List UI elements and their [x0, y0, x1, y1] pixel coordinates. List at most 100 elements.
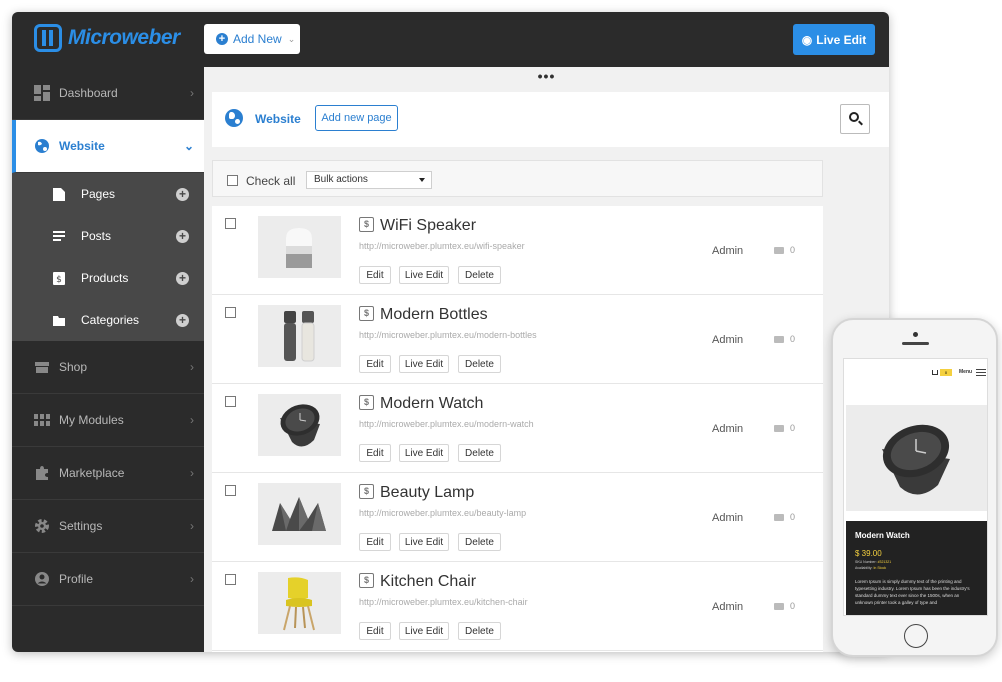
row-checkbox[interactable] [225, 218, 236, 229]
add-new-page-button[interactable]: Add new page [315, 105, 398, 131]
comment-count-value: 0 [790, 334, 796, 344]
chevron-down-icon: ⌄ [287, 33, 296, 44]
mobile-menu-label[interactable]: Menu [959, 369, 972, 375]
home-button[interactable] [904, 624, 928, 648]
comment-count-value: 0 [790, 423, 796, 433]
add-icon[interactable]: + [176, 229, 189, 243]
sidebar-item-dashboard[interactable]: Dashboard › [12, 67, 204, 120]
search-button[interactable] [840, 104, 870, 134]
comment-count[interactable]: 0 [774, 245, 795, 255]
sidebar-subitem-label: Categories [81, 313, 140, 327]
row-url[interactable]: http://microweber.plumtex.eu/beauty-lamp [359, 508, 526, 518]
product-thumbnail[interactable] [258, 216, 341, 278]
sidebar-item-settings[interactable]: Settings › [12, 500, 204, 553]
chevron-right-icon: › [190, 519, 194, 533]
breadcrumb-bar: Website Add new page [212, 92, 889, 147]
sidebar-item-profile[interactable]: Profile › [12, 553, 204, 606]
sidebar-item-marketplace[interactable]: Marketplace › [12, 447, 204, 500]
live-edit-row-button[interactable]: Live Edit [399, 266, 449, 284]
svg-text:$: $ [56, 275, 62, 285]
live-edit-button[interactable]: ◉ Live Edit [793, 24, 875, 55]
sidebar-item-shop[interactable]: Shop › [12, 341, 204, 394]
folder-icon [53, 315, 65, 326]
live-edit-row-button[interactable]: Live Edit [399, 444, 449, 462]
live-edit-row-button[interactable]: Live Edit [399, 355, 449, 373]
edit-button[interactable]: Edit [359, 444, 391, 462]
shop-icon [35, 362, 49, 373]
logo[interactable]: Microweber [34, 24, 180, 52]
live-edit-row-button[interactable]: Live Edit [399, 622, 449, 640]
sku-value: #321321 [877, 560, 892, 564]
mobile-availability: Availability: In Stock [855, 566, 978, 570]
comment-count[interactable]: 0 [774, 601, 795, 611]
row-url[interactable]: http://microweber.plumtex.eu/wifi-speake… [359, 241, 525, 251]
sidebar-item-my-modules[interactable]: My Modules › [12, 394, 204, 447]
row-checkbox[interactable] [225, 574, 236, 585]
sidebar-item-label: Dashboard [59, 86, 118, 100]
website-submenu: Pages + Posts + $ Products + Categories … [12, 173, 204, 341]
app-window: Microweber + Add New ⌄ ◉ Live Edit Dashb… [12, 12, 889, 652]
row-url[interactable]: http://microweber.plumtex.eu/modern-bott… [359, 330, 537, 340]
sidebar-subitem-posts[interactable]: Posts + [12, 215, 204, 257]
row-checkbox[interactable] [225, 396, 236, 407]
row-title[interactable]: WiFi Speaker [380, 217, 476, 235]
logo-text: Microweber [68, 26, 180, 49]
hamburger-icon[interactable] [976, 369, 986, 376]
eye-icon: ◉ [801, 32, 813, 47]
delete-button[interactable]: Delete [458, 622, 501, 640]
product-thumbnail[interactable] [258, 305, 341, 367]
edit-button[interactable]: Edit [359, 622, 391, 640]
cart-badge: 0 [940, 369, 952, 376]
watch-image [846, 405, 987, 511]
row-title[interactable]: Beauty Lamp [380, 484, 474, 502]
chair-image [258, 572, 341, 634]
edit-button[interactable]: Edit [359, 533, 391, 551]
more-options-icon[interactable]: ••• [204, 67, 889, 91]
row-url[interactable]: http://microweber.plumtex.eu/modern-watc… [359, 419, 534, 429]
logo-icon [34, 24, 62, 52]
product-thumbnail[interactable] [258, 394, 341, 456]
sidebar-item-website[interactable]: Website ⌄ [12, 120, 204, 173]
check-all-checkbox[interactable] [227, 175, 238, 186]
sidebar-subitem-products[interactable]: $ Products + [12, 257, 204, 299]
delete-button[interactable]: Delete [458, 444, 501, 462]
chevron-right-icon: › [190, 572, 194, 586]
delete-button[interactable]: Delete [458, 355, 501, 373]
delete-button[interactable]: Delete [458, 533, 501, 551]
comment-count[interactable]: 0 [774, 423, 795, 433]
live-edit-row-button[interactable]: Live Edit [399, 533, 449, 551]
sidebar-item-label: Marketplace [59, 466, 125, 480]
add-icon[interactable]: + [176, 313, 189, 327]
add-new-button[interactable]: + Add New ⌄ [204, 24, 300, 54]
add-icon[interactable]: + [176, 271, 189, 285]
sidebar-item-label: Profile [59, 572, 94, 586]
list-item: $ Kitchen Chair http://microweber.plumte… [212, 562, 823, 651]
delete-button[interactable]: Delete [458, 266, 501, 284]
comment-count[interactable]: 0 [774, 334, 795, 344]
row-title[interactable]: Modern Watch [380, 395, 483, 413]
sidebar-item-label: Settings [59, 519, 103, 533]
row-checkbox[interactable] [225, 307, 236, 318]
availability-label: Availability: [855, 566, 873, 570]
comment-icon [774, 513, 784, 521]
edit-button[interactable]: Edit [359, 355, 391, 373]
row-title[interactable]: Kitchen Chair [380, 573, 476, 591]
bottles-image [258, 305, 341, 367]
cart-icon[interactable] [932, 370, 938, 375]
add-icon[interactable]: + [176, 187, 189, 201]
edit-button[interactable]: Edit [359, 266, 391, 284]
row-checkbox[interactable] [225, 485, 236, 496]
product-thumbnail[interactable] [258, 483, 341, 545]
product-thumbnail[interactable] [258, 572, 341, 634]
product-icon: $ [359, 484, 374, 499]
breadcrumb-title[interactable]: Website [255, 112, 301, 126]
sidebar-subitem-pages[interactable]: Pages + [12, 173, 204, 215]
row-url[interactable]: http://microweber.plumtex.eu/kitchen-cha… [359, 597, 528, 607]
row-author: Admin [712, 423, 744, 435]
bulk-actions-select[interactable]: Bulk actions [306, 171, 432, 189]
check-all-label[interactable]: Check all [246, 174, 295, 188]
product-icon: $ [359, 573, 374, 588]
sidebar-subitem-categories[interactable]: Categories + [12, 299, 204, 341]
row-title[interactable]: Modern Bottles [380, 306, 488, 324]
comment-count[interactable]: 0 [774, 512, 795, 522]
